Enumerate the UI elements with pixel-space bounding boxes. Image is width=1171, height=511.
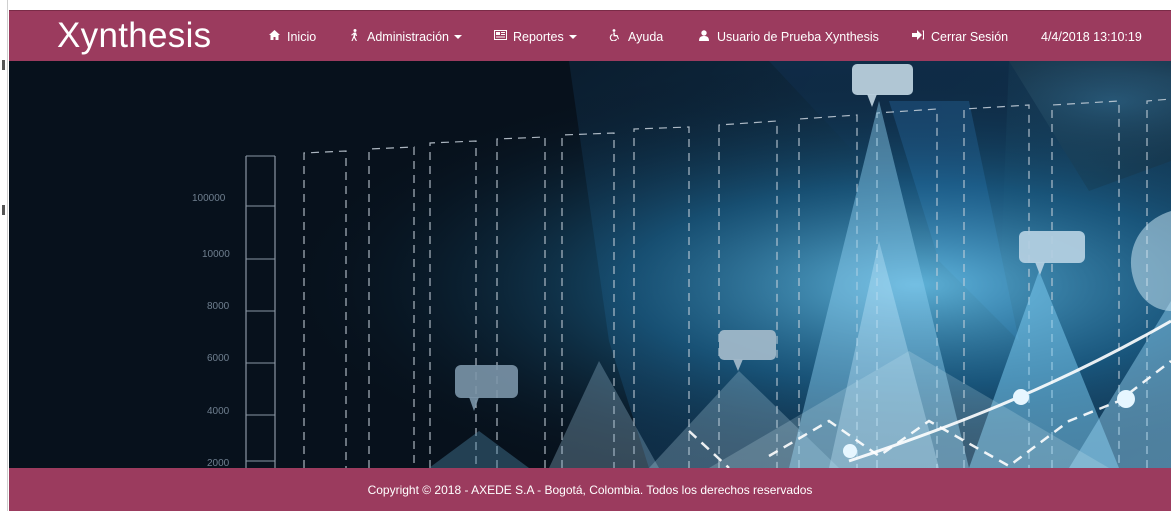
- nav-administracion-label: Administración: [367, 29, 449, 44]
- axis-label: 6000: [207, 353, 230, 364]
- axis-label: 4000: [207, 406, 230, 417]
- axis-label: 2000: [207, 458, 230, 468]
- brand-logo[interactable]: Xynthesis: [57, 14, 211, 58]
- axis-label: 100000: [192, 193, 226, 204]
- axis-label: 8000: [207, 301, 230, 312]
- hero-banner: 100000 10000 8000 6000 4000 2000: [9, 61, 1171, 468]
- user-icon: [697, 29, 711, 44]
- axis-label: 10000: [202, 249, 230, 260]
- chevron-down-icon: [568, 34, 577, 39]
- nav-ayuda[interactable]: Ayuda: [608, 11, 663, 62]
- hero-graphic: 100000 10000 8000 6000 4000 2000: [9, 61, 1171, 468]
- data-point: [1117, 390, 1135, 408]
- left-window-edge: [0, 0, 8, 511]
- app-window: Xynthesis Inicio Administración Reportes: [0, 0, 1171, 511]
- nav-inicio-label: Inicio: [287, 29, 317, 44]
- footer-copyright: Copyright © 2018 - AXEDE S.A - Bogotá, C…: [367, 482, 813, 497]
- home-icon: [267, 30, 281, 43]
- top-navbar: Xynthesis Inicio Administración Reportes: [9, 10, 1171, 61]
- accessibility-icon: [608, 29, 622, 44]
- nav-administracion[interactable]: Administración: [347, 11, 462, 62]
- edge-mark: [2, 205, 5, 215]
- data-point: [1013, 389, 1029, 405]
- nav-usuario[interactable]: Usuario de Prueba Xynthesis: [697, 11, 879, 62]
- nav-reportes[interactable]: Reportes: [493, 11, 577, 62]
- edge-mark: [2, 60, 5, 70]
- person-walking-icon: [347, 29, 361, 44]
- nav-ayuda-label: Ayuda: [628, 29, 664, 44]
- newspaper-icon: [493, 30, 507, 43]
- datetime-display: 4/4/2018 13:10:19: [1041, 29, 1142, 44]
- nav-cerrar-sesion-label: Cerrar Sesión: [931, 29, 1009, 44]
- nav-cerrar-sesion[interactable]: Cerrar Sesión: [911, 11, 1008, 62]
- nav-reportes-label: Reportes: [513, 29, 564, 44]
- chevron-down-icon: [453, 34, 462, 39]
- data-point: [843, 444, 857, 458]
- nav-usuario-label: Usuario de Prueba Xynthesis: [717, 29, 879, 44]
- nav-inicio[interactable]: Inicio: [267, 11, 316, 62]
- sign-out-icon: [911, 30, 925, 43]
- footer: Copyright © 2018 - AXEDE S.A - Bogotá, C…: [9, 468, 1171, 511]
